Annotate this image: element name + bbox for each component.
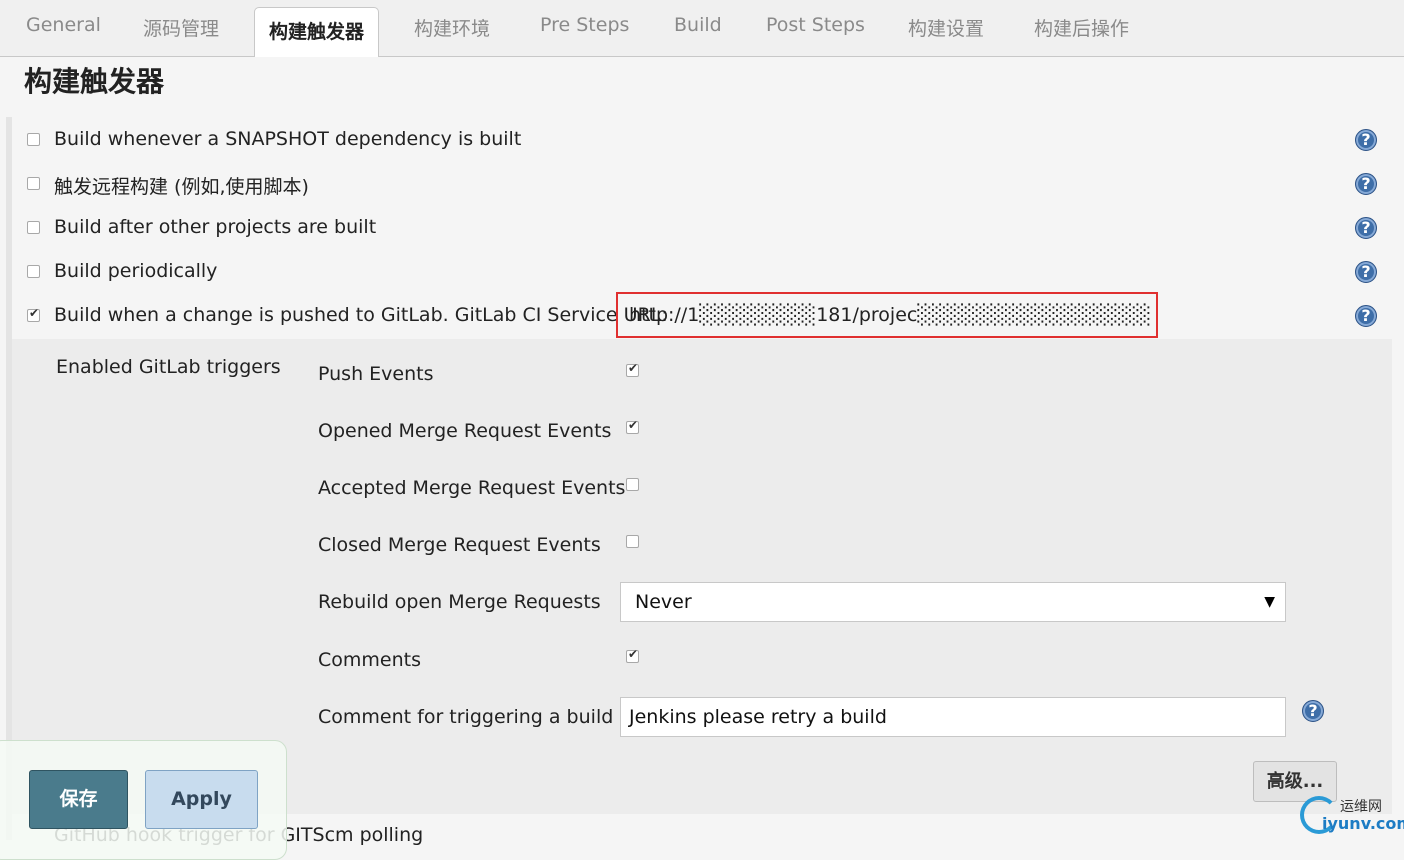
push-events-label: Push Events bbox=[318, 363, 434, 385]
tab-post-steps[interactable]: Post Steps bbox=[766, 14, 865, 36]
trigger-checkbox-periodically[interactable] bbox=[27, 265, 40, 278]
trigger-label-after-other-projects: Build after other projects are built bbox=[54, 216, 377, 238]
trigger-row-periodically: Build periodically ? bbox=[26, 258, 1386, 288]
help-icon[interactable]: ? bbox=[1302, 700, 1324, 722]
rebuild-open-mr-label: Rebuild open Merge Requests bbox=[318, 591, 601, 613]
url-highlight-box bbox=[616, 292, 1158, 338]
rebuild-open-mr-select[interactable]: Never ▼ bbox=[620, 582, 1286, 622]
save-button[interactable]: 保存 bbox=[29, 770, 128, 829]
watermark-logo: 运维网 iyunv.com bbox=[1300, 794, 1404, 840]
closed-mr-events-checkbox[interactable] bbox=[626, 535, 639, 548]
comments-checkbox[interactable] bbox=[626, 647, 639, 663]
trigger-row-snapshot: Build whenever a SNAPSHOT dependency is … bbox=[26, 126, 1386, 156]
trigger-checkbox-after-other-projects[interactable] bbox=[27, 221, 40, 234]
watermark-bottom-text: iyunv.com bbox=[1322, 814, 1404, 833]
opened-mr-events-label: Opened Merge Request Events bbox=[318, 420, 612, 442]
trigger-label-remote: 触发远程构建 (例如,使用脚本) bbox=[54, 176, 309, 198]
tab-build-triggers[interactable]: 构建触发器 bbox=[254, 7, 380, 57]
tab-general[interactable]: General bbox=[26, 14, 101, 36]
comment-trigger-input[interactable]: Jenkins please retry a build bbox=[620, 697, 1286, 737]
trigger-checkbox-remote[interactable] bbox=[27, 177, 40, 190]
trigger-label-snapshot: Build whenever a SNAPSHOT dependency is … bbox=[54, 128, 522, 150]
tab-post-build-actions[interactable]: 构建后操作 bbox=[1034, 14, 1129, 41]
trigger-label-gitlab: Build when a change is pushed to GitLab.… bbox=[54, 304, 668, 326]
opened-mr-events-checkbox[interactable] bbox=[626, 418, 639, 434]
help-icon[interactable]: ? bbox=[1355, 305, 1377, 327]
help-icon[interactable]: ? bbox=[1355, 261, 1377, 283]
tab-build[interactable]: Build bbox=[674, 14, 722, 36]
rebuild-open-mr-value: Never bbox=[635, 591, 692, 613]
closed-mr-events-label: Closed Merge Request Events bbox=[318, 534, 601, 556]
trigger-row-after-other-projects: Build after other projects are built ? bbox=[26, 214, 1386, 244]
chevron-down-icon: ▼ bbox=[1264, 594, 1275, 610]
comments-label: Comments bbox=[318, 649, 421, 671]
trigger-checkbox-snapshot[interactable] bbox=[27, 133, 40, 146]
trigger-label-periodically: Build periodically bbox=[54, 260, 218, 282]
help-icon[interactable]: ? bbox=[1355, 129, 1377, 151]
tab-build-environment[interactable]: 构建环境 bbox=[414, 14, 490, 41]
trigger-checkbox-gitlab[interactable] bbox=[27, 306, 40, 322]
tab-pre-steps[interactable]: Pre Steps bbox=[540, 14, 629, 36]
tab-bar: General 源码管理 构建触发器 构建环境 Pre Steps Build … bbox=[0, 0, 1404, 57]
section-title: 构建触发器 bbox=[24, 65, 165, 98]
accepted-mr-events-label: Accepted Merge Request Events bbox=[318, 477, 626, 499]
help-icon[interactable]: ? bbox=[1355, 173, 1377, 195]
help-icon[interactable]: ? bbox=[1355, 217, 1377, 239]
watermark-top-text: 运维网 bbox=[1340, 799, 1382, 815]
tab-source-management[interactable]: 源码管理 bbox=[143, 14, 219, 41]
tab-build-settings[interactable]: 构建设置 bbox=[908, 14, 984, 41]
trigger-row-remote: 触发远程构建 (例如,使用脚本) ? bbox=[26, 170, 1386, 200]
accepted-mr-events-checkbox[interactable] bbox=[626, 478, 639, 491]
enabled-gitlab-triggers-label: Enabled GitLab triggers bbox=[56, 356, 281, 378]
comment-trigger-label: Comment for triggering a build bbox=[318, 706, 614, 728]
apply-button[interactable]: Apply bbox=[145, 770, 258, 829]
push-events-checkbox[interactable] bbox=[626, 361, 639, 377]
